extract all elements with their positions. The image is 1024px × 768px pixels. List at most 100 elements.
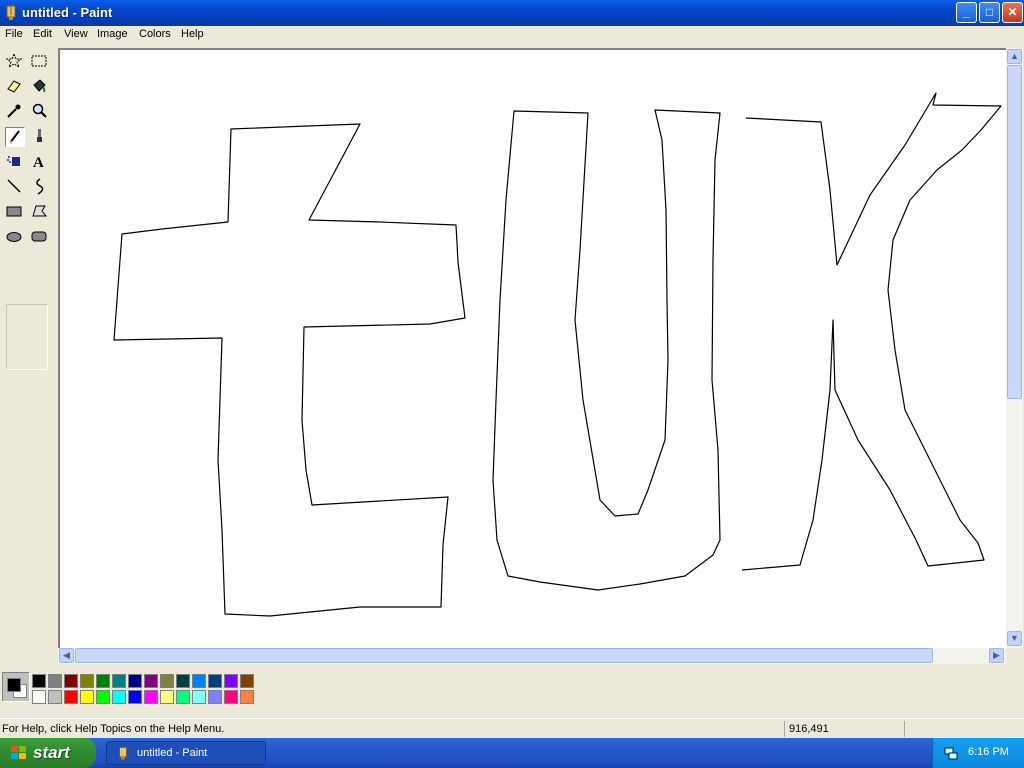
rectangle-tool[interactable]	[5, 202, 25, 222]
rectangle-icon	[6, 206, 22, 217]
menu-view[interactable]: View	[64, 28, 88, 40]
rounded-rectangle-icon	[31, 231, 47, 242]
menu-bar: File Edit View Image Colors Help	[0, 26, 1024, 44]
color-swatch[interactable]	[48, 674, 62, 688]
taskbar-paint-button[interactable]: untitled - Paint	[106, 741, 266, 765]
color-swatch[interactable]	[64, 690, 78, 704]
color-swatch[interactable]	[208, 690, 222, 704]
scroll-right-arrow-icon[interactable]: ▶	[989, 648, 1004, 663]
color-swatch[interactable]	[240, 690, 254, 704]
cursor-coordinates: 916,491	[789, 723, 829, 735]
scroll-left-arrow-icon[interactable]: ◀	[59, 648, 74, 663]
start-label: start	[33, 743, 70, 762]
color-swatch[interactable]	[224, 674, 238, 688]
color-swatch[interactable]	[32, 690, 46, 704]
tool-options-box[interactable]	[6, 304, 48, 370]
color-swatch[interactable]	[112, 690, 126, 704]
window-title: untitled - Paint	[22, 5, 113, 20]
menu-image[interactable]: Image	[97, 28, 128, 40]
color-swatch[interactable]	[96, 690, 110, 704]
magnifier-icon	[32, 103, 47, 118]
color-swatch[interactable]	[176, 674, 190, 688]
color-swatch[interactable]	[160, 690, 174, 704]
menu-file[interactable]: File	[5, 28, 23, 40]
text-tool[interactable]: A	[30, 152, 50, 172]
free-form-select-tool[interactable]	[5, 52, 25, 72]
brush-tool[interactable]	[30, 127, 50, 147]
color-swatch[interactable]	[144, 674, 158, 688]
color-swatch[interactable]	[176, 690, 190, 704]
brush-icon	[37, 129, 42, 142]
color-swatch[interactable]	[96, 674, 110, 688]
horizontal-scroll-thumb[interactable]	[75, 648, 933, 663]
curve-icon	[36, 178, 44, 195]
select-tool[interactable]	[30, 52, 50, 72]
dashed-rectangle-icon	[31, 55, 47, 67]
pick-color-tool[interactable]	[5, 102, 25, 122]
drawn-letter-t	[113, 123, 466, 617]
color-swatch[interactable]	[224, 690, 238, 704]
color-swatch[interactable]	[80, 674, 94, 688]
color-swatch[interactable]	[48, 690, 62, 704]
magnifier-tool[interactable]	[30, 102, 50, 122]
menu-colors[interactable]: Colors	[139, 28, 171, 40]
fill-tool[interactable]	[30, 77, 50, 97]
system-tray: 6:16 PM	[932, 738, 1024, 768]
color-palette	[0, 666, 1024, 714]
text-a-icon: A	[33, 155, 44, 171]
drawing-canvas[interactable]	[60, 50, 1006, 648]
color-swatch[interactable]	[160, 674, 174, 688]
color-swatch[interactable]	[80, 690, 94, 704]
current-colors-box	[2, 672, 30, 702]
color-swatch[interactable]	[64, 674, 78, 688]
paint-app-icon	[119, 747, 127, 760]
color-swatch[interactable]	[208, 674, 222, 688]
foreground-color-swatch	[7, 678, 21, 692]
pencil-tool[interactable]	[5, 127, 25, 147]
menu-edit[interactable]: Edit	[33, 28, 52, 40]
paint-bucket-icon	[33, 79, 46, 93]
color-swatch[interactable]	[128, 690, 142, 704]
maximize-button[interactable]: □	[979, 2, 1000, 23]
scroll-down-arrow-icon[interactable]: ▼	[1007, 631, 1022, 646]
eraser-tool[interactable]	[5, 77, 25, 97]
airbrush-tool[interactable]	[5, 152, 25, 172]
status-help-text: For Help, click Help Topics on the Help …	[2, 723, 225, 735]
minimize-icon: _	[963, 5, 970, 19]
status-bar: For Help, click Help Topics on the Help …	[0, 718, 1024, 739]
color-swatch[interactable]	[128, 674, 142, 688]
canvas-drawing	[113, 92, 1002, 617]
eraser-icon	[7, 80, 21, 93]
color-swatch[interactable]	[240, 674, 254, 688]
color-swatch[interactable]	[32, 674, 46, 688]
color-swatch[interactable]	[144, 690, 158, 704]
color-swatch[interactable]	[192, 674, 206, 688]
status-divider	[904, 721, 905, 737]
line-tool[interactable]	[5, 177, 25, 197]
color-swatch[interactable]	[192, 690, 206, 704]
curve-tool[interactable]	[30, 177, 50, 197]
menu-help[interactable]: Help	[181, 28, 204, 40]
network-icon[interactable]	[943, 745, 959, 761]
vertical-scrollbar[interactable]: ▲ ▼	[1006, 48, 1023, 648]
toolbox: A	[0, 48, 56, 654]
color-swatch[interactable]	[112, 674, 126, 688]
rounded-rectangle-tool[interactable]	[30, 227, 50, 247]
eyedropper-icon	[7, 104, 21, 118]
start-button[interactable]: start	[0, 738, 96, 768]
scroll-up-arrow-icon[interactable]: ▲	[1007, 49, 1022, 64]
minimize-button[interactable]: _	[956, 2, 977, 23]
taskbar-paint-label: untitled - Paint	[137, 747, 208, 759]
restore-icon: □	[985, 5, 994, 19]
vertical-scroll-thumb[interactable]	[1007, 65, 1022, 399]
ellipse-tool[interactable]	[5, 227, 25, 247]
windows-logo-icon	[11, 746, 26, 759]
pencil-icon	[9, 130, 20, 144]
horizontal-scrollbar[interactable]: ◀ ▶	[58, 648, 1006, 664]
polygon-tool[interactable]	[30, 202, 50, 222]
close-button[interactable]: ✕	[1002, 2, 1023, 23]
dashed-star-icon	[5, 52, 23, 69]
line-icon	[7, 179, 21, 193]
close-icon: ✕	[1007, 5, 1018, 19]
polygon-icon	[32, 205, 48, 217]
